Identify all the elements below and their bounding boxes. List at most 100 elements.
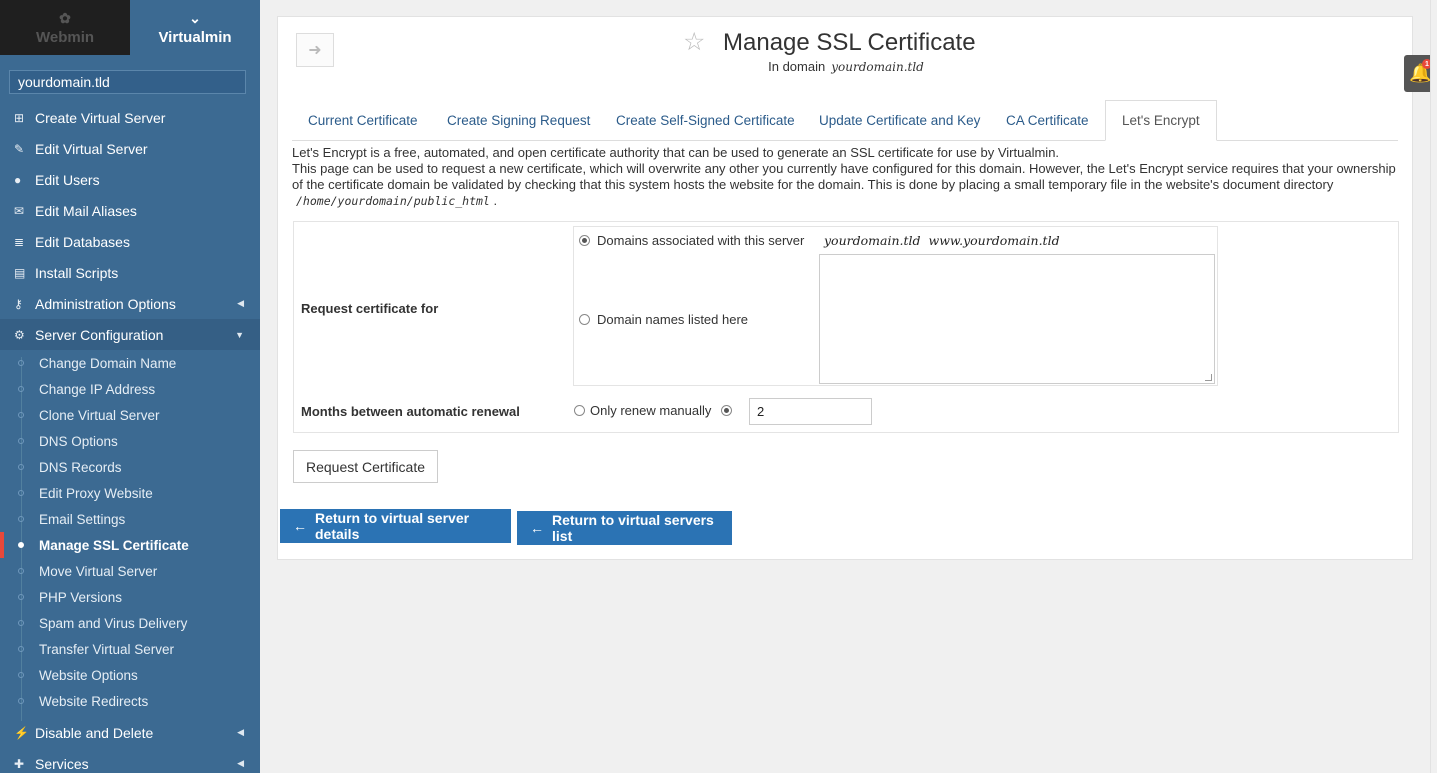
tab-update-certificate-and-key[interactable]: Update Certificate and Key <box>803 100 996 140</box>
sidebar: ✿ Webmin ⌄ Virtualmin yourdomain.tld ⊞ C… <box>0 0 260 773</box>
main-panel: ➜ ☆ Manage SSL Certificate In domain your… <box>277 16 1413 560</box>
bullet-icon <box>18 646 24 652</box>
description-line-3: of the certificate domain be validated b… <box>292 177 1334 192</box>
bullet-icon <box>18 360 24 366</box>
bullet-icon <box>18 412 24 418</box>
sidebar-item-server-configuration[interactable]: ⚙ Server Configuration ▼ <box>0 319 260 350</box>
associated-domains-list: yourdomain.tld www.yourdomain.tld <box>824 233 1068 248</box>
radio-domains-listed[interactable] <box>579 314 590 325</box>
plug-icon: ⚡ <box>14 725 29 740</box>
months-between-renewal-label: Months between automatic renewal <box>301 404 520 419</box>
tab-bar: Current Certificate Create Signing Reque… <box>292 100 1398 141</box>
months-input[interactable]: 2 <box>749 398 872 425</box>
sidebar-subitem-change-ip-address[interactable]: Change IP Address <box>0 376 260 402</box>
sidebar-subitem-label: Website Redirects <box>39 693 149 709</box>
request-certificate-button[interactable]: Request Certificate <box>293 450 438 483</box>
arrow-left-icon: ← <box>530 520 544 536</box>
scrollbar[interactable] <box>1430 0 1437 773</box>
sidebar-subitem-manage-ssl-certificate[interactable]: Manage SSL Certificate <box>0 532 260 558</box>
bullet-icon <box>18 386 24 392</box>
sidebar-item-edit-virtual-server[interactable]: ✎ Edit Virtual Server <box>0 133 260 164</box>
sidebar-item-label: Edit Databases <box>35 233 130 250</box>
radio-renew-months[interactable] <box>721 405 732 416</box>
puzzle-icon: ✚ <box>14 756 25 771</box>
sidebar-subitem-php-versions[interactable]: PHP Versions <box>0 584 260 610</box>
sidebar-subitem-dns-records[interactable]: DNS Records <box>0 454 260 480</box>
page-title: Manage SSL Certificate <box>723 29 976 56</box>
radio-domains-associated[interactable] <box>579 235 590 246</box>
return-details-label: Return to virtual server details <box>315 510 470 542</box>
users-icon: ● <box>14 172 22 187</box>
chevron-down-icon: ⌄ <box>189 9 201 26</box>
webmin-logo-icon: ✿ <box>59 9 71 26</box>
sidebar-item-administration-options[interactable]: ⚷ Administration Options ◀ <box>0 288 260 319</box>
sidebar-subitem-website-redirects[interactable]: Website Redirects <box>0 688 260 714</box>
domain-options-box: Domains associated with this server your… <box>573 226 1218 386</box>
sidebar-subitem-transfer-virtual-server[interactable]: Transfer Virtual Server <box>0 636 260 662</box>
bullet-icon <box>18 516 24 522</box>
sidebar-item-services[interactable]: ✚ Services ◀ <box>0 748 260 773</box>
sidebar-subitem-spam-and-virus-delivery[interactable]: Spam and Virus Delivery <box>0 610 260 636</box>
sidebar-item-edit-databases[interactable]: ≣ Edit Databases <box>0 226 260 257</box>
subtitle-domain: yourdomain.tld <box>831 60 924 74</box>
option-manual-label: Only renew manually <box>590 403 712 418</box>
sidebar-tabs: ✿ Webmin ⌄ Virtualmin <box>0 0 260 55</box>
return-list-button[interactable]: ← Return to virtual servers list <box>517 511 732 545</box>
sidebar-item-create-virtual-server[interactable]: ⊞ Create Virtual Server <box>0 102 260 133</box>
star-icon[interactable]: ☆ <box>683 27 705 57</box>
radio-renew-manually[interactable] <box>574 405 585 416</box>
sidebar-subitem-label: Clone Virtual Server <box>39 407 160 423</box>
arrow-left-icon: ➜ <box>308 42 322 59</box>
sidebar-item-label: Server Configuration <box>35 326 164 343</box>
tab-webmin[interactable]: ✿ Webmin <box>0 0 130 55</box>
option-associated-label: Domains associated with this server <box>597 233 805 248</box>
sidebar-subitem-dns-options[interactable]: DNS Options <box>0 428 260 454</box>
return-details-button[interactable]: ← Return to virtual server details <box>280 509 511 543</box>
sidebar-item-label: Install Scripts <box>35 264 119 281</box>
arrow-left-icon: ← <box>293 518 307 534</box>
sidebar-item-install-scripts[interactable]: ▤ Install Scripts <box>0 257 260 288</box>
description-period: . <box>493 193 498 208</box>
subtitle-prefix: In domain <box>768 59 826 74</box>
tab-create-signing-request[interactable]: Create Signing Request <box>431 100 606 140</box>
sidebar-subitem-label: Change IP Address <box>39 381 156 397</box>
sidebar-item-label: Administration Options <box>35 295 176 312</box>
caret-left-icon: ◀ <box>237 298 244 308</box>
tab-ca-certificate[interactable]: CA Certificate <box>990 100 1105 140</box>
sidebar-item-label: Edit Users <box>35 171 100 188</box>
page-subtitle: In domain yourdomain.tld <box>278 59 1414 74</box>
sidebar-subitem-move-virtual-server[interactable]: Move Virtual Server <box>0 558 260 584</box>
sidebar-subitem-website-options[interactable]: Website Options <box>0 662 260 688</box>
sidebar-subitem-email-settings[interactable]: Email Settings <box>0 506 260 532</box>
return-list-label: Return to virtual servers list <box>552 512 714 544</box>
sidebar-subitem-change-domain-name[interactable]: Change Domain Name <box>0 350 260 376</box>
tab-current-certificate[interactable]: Current Certificate <box>292 100 434 140</box>
sidebar-item-edit-users[interactable]: ● Edit Users <box>0 164 260 195</box>
associated-domain: www.yourdomain.tld <box>928 233 1060 248</box>
sidebar-item-label: Disable and Delete <box>35 724 154 741</box>
description: Let's Encrypt is a free, automated, and … <box>292 145 1400 209</box>
domain-selector[interactable]: yourdomain.tld <box>9 70 246 94</box>
tab-lets-encrypt[interactable]: Let's Encrypt <box>1105 100 1217 141</box>
sidebar-subitem-label: Website Options <box>39 667 138 683</box>
tab-create-self-signed-certificate[interactable]: Create Self-Signed Certificate <box>600 100 811 140</box>
domain-names-textarea[interactable] <box>819 254 1215 384</box>
sidebar-subitem-label: Change Domain Name <box>39 355 177 371</box>
bullet-icon <box>18 438 24 444</box>
tab-webmin-label: Webmin <box>35 28 95 46</box>
sidebar-item-disable-and-delete[interactable]: ⚡ Disable and Delete ◀ <box>0 717 260 748</box>
sidebar-subitem-label: Manage SSL Certificate <box>39 537 189 553</box>
bullet-icon <box>18 698 24 704</box>
sidebar-subitem-label: Email Settings <box>39 511 126 527</box>
sidebar-subitem-edit-proxy-website[interactable]: Edit Proxy Website <box>0 480 260 506</box>
sidebar-subitem-label: Edit Proxy Website <box>39 485 153 501</box>
sidebar-subitem-label: Move Virtual Server <box>39 563 158 579</box>
sidebar-subitem-label: DNS Records <box>39 459 122 475</box>
sidebar-item-label: Edit Mail Aliases <box>35 202 137 219</box>
caret-left-icon: ◀ <box>237 727 244 737</box>
sidebar-subitem-clone-virtual-server[interactable]: Clone Virtual Server <box>0 402 260 428</box>
tab-virtualmin[interactable]: ⌄ Virtualmin <box>130 0 260 55</box>
document-directory-path: /home/yourdomain/public_html <box>296 194 490 208</box>
sidebar-item-edit-mail-aliases[interactable]: ✉ Edit Mail Aliases <box>0 195 260 226</box>
associated-domain: yourdomain.tld <box>824 233 921 248</box>
